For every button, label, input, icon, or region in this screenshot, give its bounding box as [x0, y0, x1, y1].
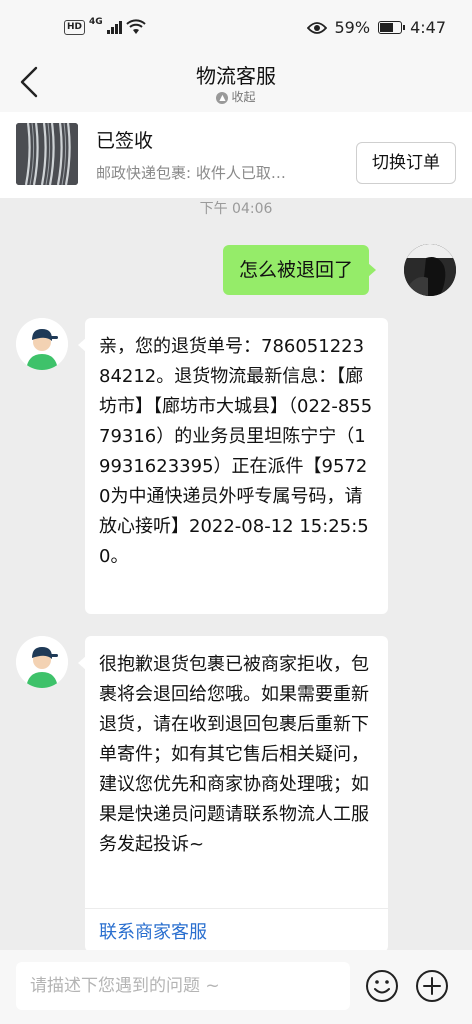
- order-status: 已签收: [96, 130, 154, 152]
- contact-merchant-link[interactable]: 联系商家客服: [85, 908, 388, 952]
- message-text: 亲，您的退货单号：78605122384212。退货物流最新信息：【廊坊市】【廊…: [99, 336, 373, 567]
- input-bar: [0, 950, 472, 1024]
- status-right: 59% 4:47: [306, 18, 446, 37]
- agent-avatar[interactable]: [16, 636, 68, 688]
- agent-avatar[interactable]: [16, 318, 68, 370]
- incoming-message[interactable]: 很抱歉退货包裹已被商家拒收，包裹将会退回给您哦。如果需要重新退货，请在收到退回包…: [78, 636, 388, 952]
- battery-icon: [378, 21, 406, 34]
- status-left: HD 4G: [64, 17, 146, 35]
- message-timestamp: 下午 04:06: [199, 201, 273, 217]
- status-bar: HD 4G 59% 4:47: [0, 0, 472, 56]
- plus-icon[interactable]: [414, 968, 450, 1004]
- chat-header: 物流客服 ▲ 收起: [0, 56, 472, 112]
- battery-percent: 59%: [334, 18, 371, 37]
- network-type: 4G: [89, 17, 103, 27]
- clock: 4:47: [410, 18, 446, 37]
- eye-icon: [306, 21, 327, 34]
- message-text: 很抱歉退货包裹已被商家拒收，包裹将会退回给您哦。如果需要重新退货，请在收到退回包…: [99, 654, 369, 855]
- outgoing-message[interactable]: 怎么被退回了: [223, 245, 377, 295]
- signal-icon: [106, 20, 122, 34]
- switch-order-button[interactable]: 切换订单: [356, 142, 456, 184]
- order-card[interactable]: 已签收 邮政快递包裹: 收件人已取… 切换订单: [0, 112, 472, 198]
- order-description: 邮政快递包裹: 收件人已取…: [96, 164, 286, 182]
- collapse-toggle[interactable]: ▲ 收起: [0, 88, 472, 105]
- collapse-label: 收起: [231, 90, 256, 104]
- emoji-icon[interactable]: [364, 968, 400, 1004]
- page-title: 物流客服: [196, 64, 276, 88]
- incoming-message[interactable]: 亲，您的退货单号：78605122384212。退货物流最新信息：【廊坊市】【廊…: [78, 318, 388, 614]
- message-input[interactable]: [16, 962, 350, 1010]
- product-thumbnail: [16, 123, 78, 185]
- wifi-icon: [125, 19, 146, 34]
- chevron-up-icon: ▲: [216, 91, 229, 104]
- hd-badge: HD: [64, 19, 86, 35]
- user-avatar[interactable]: [404, 244, 456, 296]
